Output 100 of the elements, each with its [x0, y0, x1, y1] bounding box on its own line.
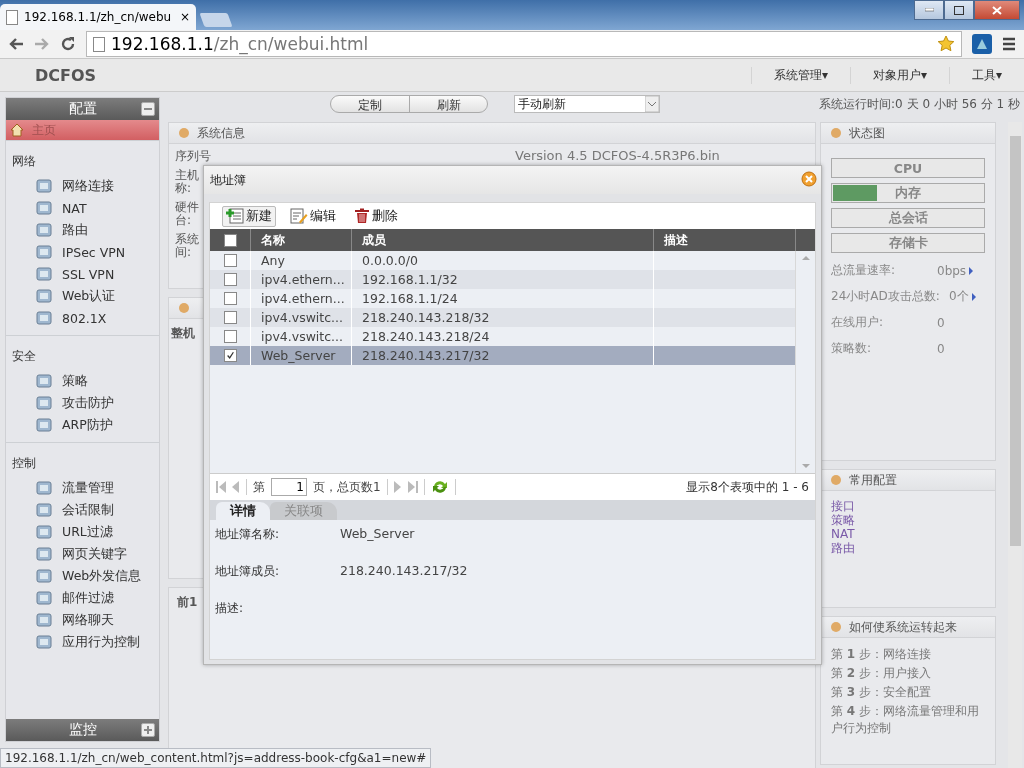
- sidebar-item[interactable]: 攻击防护: [6, 392, 159, 414]
- browser-tab[interactable]: 192.168.1.1/zh_cn/webu ×: [0, 4, 196, 30]
- field-label: 硬件: [175, 201, 199, 214]
- minimize-button[interactable]: [914, 0, 944, 20]
- item-icon: [36, 568, 52, 584]
- link[interactable]: 路由: [831, 541, 985, 555]
- table-row[interactable]: ipv4.ethern... 192.168.1.1/32: [210, 270, 795, 289]
- item-icon: [36, 200, 52, 216]
- sidebar-item[interactable]: SSL VPN: [6, 263, 159, 285]
- toolbar-button[interactable]: 定制: [331, 96, 409, 112]
- sidebar-item[interactable]: 网络聊天: [6, 609, 159, 631]
- sidebar-item[interactable]: Web认证: [6, 285, 159, 307]
- item-icon: [36, 546, 52, 562]
- stat-value: 0个: [949, 288, 969, 305]
- minimize-icon: [924, 8, 934, 12]
- scroll-up-icon[interactable]: [801, 255, 810, 260]
- step-text: 第 3 步：安全配置: [831, 684, 932, 701]
- toolbar-button[interactable]: 刷新: [409, 96, 487, 112]
- checkbox[interactable]: [223, 254, 237, 267]
- table-row[interactable]: ipv4.vswitc... 218.240.143.218/32: [210, 308, 795, 327]
- forward-icon[interactable]: [34, 37, 50, 51]
- sidebar-item[interactable]: URL过滤: [6, 521, 159, 543]
- page-input[interactable]: 1: [271, 478, 307, 496]
- menu-button[interactable]: 工具▾: [948, 66, 1024, 84]
- field-label: 间:: [175, 246, 192, 259]
- last-page-icon[interactable]: [407, 481, 418, 493]
- reload-icon[interactable]: [60, 36, 76, 52]
- dialog-title: 地址簿: [210, 171, 247, 189]
- sidebar-item[interactable]: 策略: [6, 370, 159, 392]
- detail-label: 地址簿名称:: [215, 526, 281, 543]
- arrow-icon[interactable]: [969, 266, 974, 275]
- checkbox[interactable]: [223, 349, 237, 362]
- collapse-icon[interactable]: [141, 102, 155, 116]
- first-page-icon[interactable]: [216, 481, 226, 493]
- tab[interactable]: 详情: [216, 502, 270, 520]
- refresh-icon[interactable]: [430, 479, 449, 495]
- toolbar-button[interactable]: 新建: [222, 205, 276, 227]
- sidebar-item[interactable]: ARP防护: [6, 414, 159, 436]
- close-button[interactable]: [974, 0, 1020, 20]
- sidebar-item[interactable]: 路由: [6, 219, 159, 241]
- checkbox[interactable]: [223, 330, 237, 343]
- next-page-icon[interactable]: [393, 481, 402, 493]
- address-bar[interactable]: 192.168.1.1/zh_cn/webui.html: [86, 31, 962, 57]
- sidebar-item[interactable]: 网络连接: [6, 175, 159, 197]
- checkbox[interactable]: [223, 311, 237, 324]
- star-icon[interactable]: [937, 35, 955, 53]
- checkbox[interactable]: [223, 292, 237, 305]
- item-icon: [36, 266, 52, 282]
- dropdown-arrow-icon[interactable]: [645, 96, 659, 112]
- item-icon: [36, 417, 52, 433]
- meter-bar: 存储卡: [831, 233, 985, 253]
- checkbox[interactable]: [223, 233, 237, 247]
- sidebar-header[interactable]: 配置: [6, 98, 159, 120]
- house-icon: [10, 123, 24, 137]
- sidebar-item[interactable]: 网页关键字: [6, 543, 159, 565]
- checkbox[interactable]: [223, 273, 237, 286]
- arrow-icon[interactable]: [971, 292, 976, 301]
- bullet-icon: [831, 475, 841, 485]
- uptime-text: 系统运行时间:0 天 0 小时 56 分 1 秒: [819, 95, 1020, 113]
- item-icon: [36, 634, 52, 650]
- sidebar-item[interactable]: 邮件过滤: [6, 587, 159, 609]
- sidebar-header[interactable]: 监控: [6, 719, 159, 741]
- close-button[interactable]: [801, 170, 817, 190]
- sidebar-item[interactable]: Web外发信息: [6, 565, 159, 587]
- item-icon: [36, 524, 52, 540]
- stat-label: 策略数:: [831, 340, 873, 357]
- menu-icon[interactable]: [1002, 37, 1016, 51]
- field-label: 台:: [175, 214, 192, 227]
- extension-icon[interactable]: [972, 34, 992, 54]
- previous-page-icon[interactable]: [232, 481, 240, 493]
- link[interactable]: 策略: [831, 513, 985, 527]
- sidebar-item[interactable]: 应用行为控制: [6, 631, 159, 653]
- section-title: 控制: [11, 455, 37, 472]
- toolbar-button[interactable]: 编辑: [286, 205, 340, 227]
- link[interactable]: NAT: [831, 527, 985, 541]
- item-icon: [36, 310, 52, 326]
- close-icon[interactable]: ×: [179, 10, 190, 24]
- stat-value: 0: [937, 315, 945, 330]
- sidebar-item[interactable]: IPSec VPN: [6, 241, 159, 263]
- scroll-down-icon[interactable]: [801, 464, 810, 469]
- toolbar-button[interactable]: 删除: [350, 205, 402, 227]
- expand-icon[interactable]: [141, 723, 155, 737]
- menu-button[interactable]: 对象用户▾: [849, 66, 949, 84]
- detail-value: Web_Server: [340, 526, 415, 543]
- menu-button[interactable]: 系统管理▾: [750, 66, 850, 84]
- sidebar-item[interactable]: 流量管理: [6, 477, 159, 499]
- panel-title: 如何使系统运转起来: [849, 618, 957, 636]
- back-icon[interactable]: [8, 37, 24, 51]
- sidebar-item[interactable]: 会话限制: [6, 499, 159, 521]
- step-text: 第 1 步：网络连接: [831, 646, 932, 663]
- sidebar-item[interactable]: 802.1X: [6, 307, 159, 329]
- sidebar-item[interactable]: NAT: [6, 197, 159, 219]
- new-tab-button[interactable]: [199, 13, 233, 27]
- maximize-button[interactable]: [944, 0, 974, 20]
- meter-bar: CPU: [831, 158, 985, 178]
- refresh-dropdown[interactable]: 手动刷新: [514, 95, 660, 113]
- link[interactable]: 接口: [831, 499, 985, 513]
- scrollbar[interactable]: [1008, 122, 1022, 768]
- item-icon: [36, 222, 52, 238]
- table-row[interactable]: Web_Server 218.240.143.217/32: [210, 346, 795, 365]
